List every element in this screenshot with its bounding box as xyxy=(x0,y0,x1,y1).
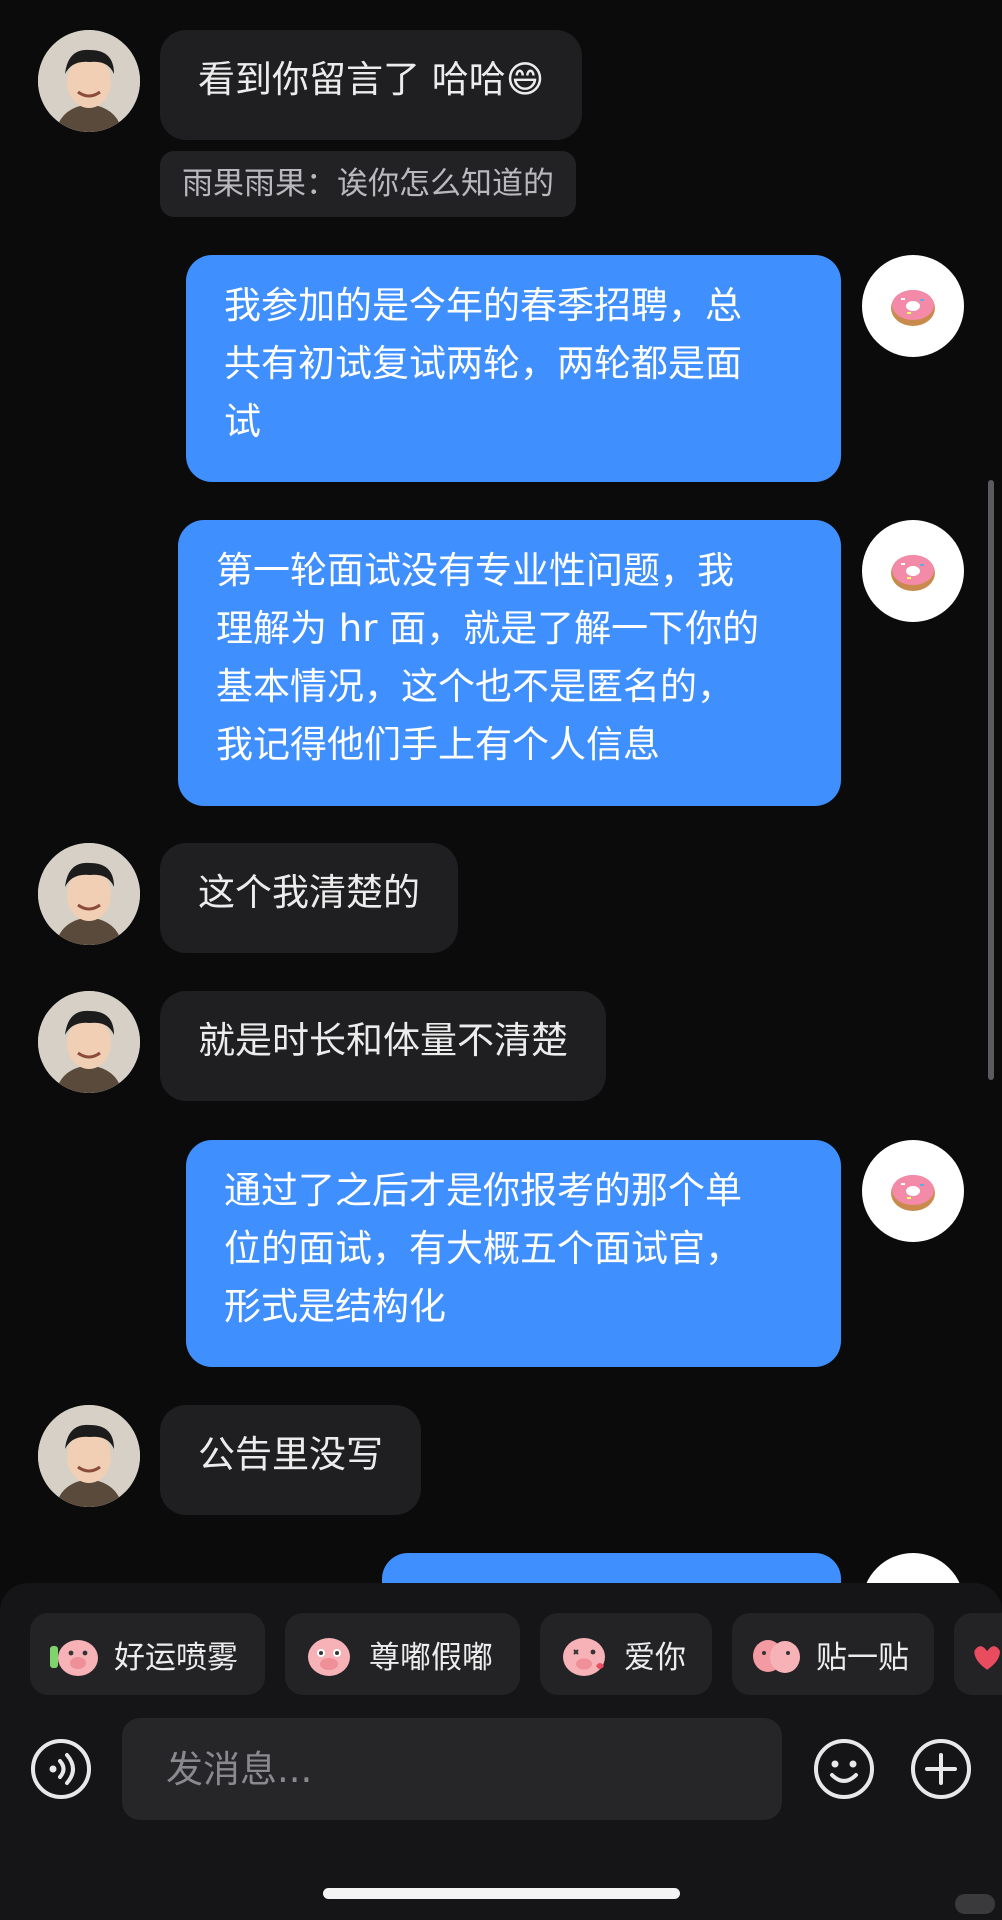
message-line: 我记得他们手上有个人信息 xyxy=(216,723,660,766)
contact-avatar[interactable] xyxy=(38,991,140,1093)
quick-sticker-love-you[interactable]: 爱你 xyxy=(540,1613,712,1695)
message-text: 就是时长和体量不清楚 xyxy=(198,1019,568,1062)
message-line: 共有初试复试两轮，两轮都是面 xyxy=(224,342,742,385)
donut-icon xyxy=(891,555,935,591)
contact-avatar[interactable] xyxy=(38,30,140,132)
quick-sticker-really[interactable]: 尊嘟假嘟 xyxy=(285,1613,520,1695)
voice-button[interactable] xyxy=(29,1737,93,1801)
message-input-wrapper[interactable] xyxy=(122,1718,782,1820)
voice-icon xyxy=(31,1739,91,1799)
home-indicator[interactable] xyxy=(323,1888,680,1899)
contact-avatar[interactable] xyxy=(38,843,140,945)
quoted-reply[interactable]: 雨果雨果：诶你怎么知道的 xyxy=(160,151,576,217)
message-line: 通过了之后才是你报考的那个单 xyxy=(224,1169,742,1212)
outgoing-message[interactable]: 第一轮面试没有专业性问题，我 理解为 hr 面，就是了解一下你的 基本情况，这个… xyxy=(178,520,841,806)
pig-spray-sticker-icon xyxy=(50,1640,98,1676)
incoming-message[interactable]: 就是时长和体量不清楚 xyxy=(160,991,606,1101)
incoming-message[interactable]: 这个我清楚的 xyxy=(160,843,458,953)
donut-icon xyxy=(891,290,935,326)
pig-love-sticker-icon xyxy=(563,1638,605,1676)
sticker-label: 贴一贴 xyxy=(816,1639,909,1676)
incoming-message[interactable]: 公告里没写 xyxy=(160,1405,421,1515)
donut-icon xyxy=(891,1175,935,1211)
message-input[interactable] xyxy=(122,1718,782,1820)
outgoing-message[interactable]: 我参加的是今年的春季招聘，总 共有初试复试两轮，两轮都是面 试 xyxy=(186,255,841,482)
message-line: 理解为 hr 面，就是了解一下你的 xyxy=(216,607,760,650)
watermark-icon xyxy=(955,1894,995,1914)
sticker-label: 尊嘟假嘟 xyxy=(369,1639,493,1676)
plus-button[interactable] xyxy=(909,1737,973,1801)
sticker-label: 好运喷雾 xyxy=(114,1639,238,1676)
my-avatar[interactable] xyxy=(862,255,964,357)
quick-sticker-good-luck[interactable]: 好运喷雾 xyxy=(30,1613,265,1695)
message-text: 这个我清楚的 xyxy=(198,871,420,914)
quote-text: 雨果雨果：诶你怎么知道的 xyxy=(182,166,554,202)
contact-avatar[interactable] xyxy=(38,1405,140,1507)
pig-hug-sticker-icon xyxy=(753,1640,800,1673)
my-avatar[interactable] xyxy=(862,1140,964,1242)
message-line: 我参加的是今年的春季招聘，总 xyxy=(224,284,742,327)
sticker-label: 爱你 xyxy=(624,1639,686,1676)
message-line: 形式是结构化 xyxy=(224,1285,446,1328)
scrollbar[interactable] xyxy=(988,480,994,1080)
incoming-message[interactable]: 看到你留言了 哈哈😄 xyxy=(160,30,583,140)
message-text: 公告里没写 xyxy=(198,1433,383,1476)
my-avatar[interactable] xyxy=(862,520,964,622)
emoji-button[interactable] xyxy=(812,1737,876,1801)
message-line: 第一轮面试没有专业性问题，我 xyxy=(216,549,734,592)
pig-face-sticker-icon xyxy=(308,1638,350,1676)
quick-sticker-more[interactable] xyxy=(954,1613,1002,1695)
message-text: 看到你留言了 哈哈😄 xyxy=(198,58,545,101)
plus-icon xyxy=(911,1739,971,1799)
outgoing-message[interactable]: 通过了之后才是你报考的那个单 位的面试，有大概五个面试官， 形式是结构化 xyxy=(186,1140,841,1367)
quick-sticker-hug[interactable]: 贴一贴 xyxy=(732,1613,934,1695)
message-line: 试 xyxy=(224,400,261,443)
emoji-icon xyxy=(814,1739,874,1799)
message-line: 位的面试，有大概五个面试官， xyxy=(224,1227,742,1270)
pig-heart-sticker-icon xyxy=(974,1646,1000,1670)
message-line: 基本情况，这个也不是匿名的， xyxy=(216,665,734,708)
